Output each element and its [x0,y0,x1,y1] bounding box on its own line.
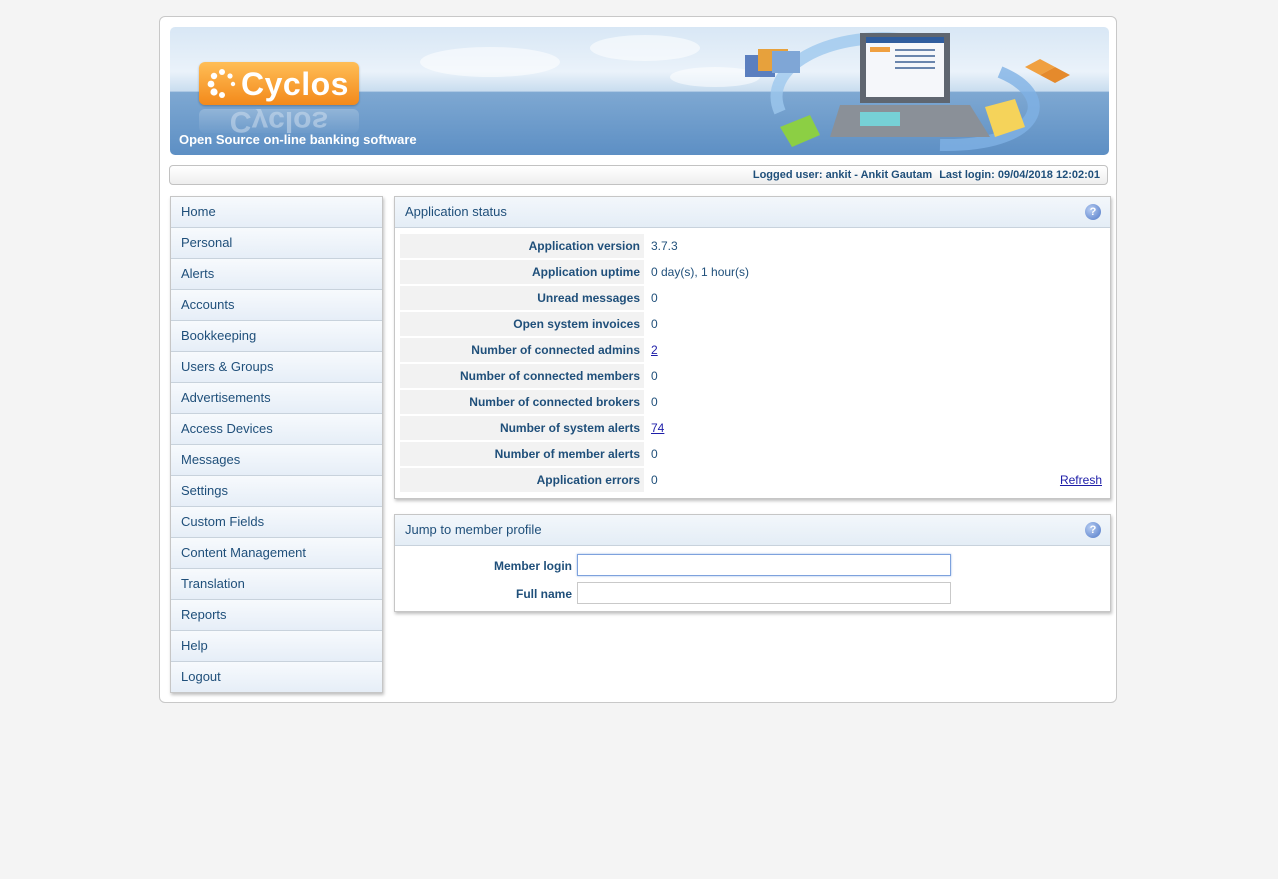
help-icon[interactable]: ? [1085,204,1101,220]
table-row: Application version 3.7.3 [400,234,1104,258]
table-row: Open system invoices 0 [400,312,1104,336]
panel-title: Jump to member profile [405,522,542,537]
row-value: 0 [651,473,658,487]
menu-item-users-groups[interactable]: Users & Groups [171,352,382,383]
row-value: 0 [651,317,658,331]
row-value: 0 [651,369,658,383]
row-label: Application version [400,234,644,258]
full-name-input[interactable] [577,582,951,604]
logged-user-text: Logged user: ankit - Ankit Gautam [752,169,933,181]
table-row: Application uptime 0 day(s), 1 hour(s) [400,260,1104,284]
logo-text: Cyclos [241,66,349,102]
row-value: 3.7.3 [651,239,678,253]
menu-item-home[interactable]: Home [171,197,382,228]
menu-item-advertisements[interactable]: Advertisements [171,383,382,414]
menu-item-translation[interactable]: Translation [171,569,382,600]
row-value: 0 [651,395,658,409]
menu-item-alerts[interactable]: Alerts [171,259,382,290]
table-row: Number of system alerts 74 [400,416,1104,440]
refresh-link[interactable]: Refresh [1060,473,1102,487]
application-status-header: Application status ? [395,197,1110,228]
menu-item-accounts[interactable]: Accounts [171,290,382,321]
jump-to-member-panel: Jump to member profile ? Member login Fu… [394,514,1111,612]
table-row: Number of connected members 0 [400,364,1104,388]
user-info-bar: Logged user: ankit - Ankit Gautam Last l… [169,165,1108,185]
row-label: Unread messages [400,286,644,310]
full-name-label: Full name [515,587,572,601]
row-label: Number of connected members [400,364,644,388]
row-label: Number of member alerts [400,442,644,466]
tagline: Open Source on-line banking software [179,132,417,147]
header-banner: Cyclos Cyclos Open Source on-line bankin… [170,27,1109,155]
menu-item-personal[interactable]: Personal [171,228,382,259]
cloud [590,35,700,61]
menu-item-custom-fields[interactable]: Custom Fields [171,507,382,538]
row-label: Application uptime [400,260,644,284]
row-label: Application errors [400,468,644,492]
status-table: Application version 3.7.3 Application up… [400,232,1104,494]
menu-item-content-management[interactable]: Content Management [171,538,382,569]
row-label: Number of system alerts [400,416,644,440]
member-login-row: Member login [395,552,1110,580]
table-row: Unread messages 0 [400,286,1104,310]
panel-title: Application status [405,204,507,219]
jump-to-member-header: Jump to member profile ? [395,515,1110,546]
table-row: Number of connected admins 2 [400,338,1104,362]
menu-item-help[interactable]: Help [171,631,382,662]
table-row: Number of member alerts 0 [400,442,1104,466]
last-login-text: Last login: 09/04/2018 12:02:01 [939,169,1100,181]
cloud [420,47,560,77]
menu-item-bookkeeping[interactable]: Bookkeeping [171,321,382,352]
menu-item-settings[interactable]: Settings [171,476,382,507]
table-row: Application errors 0 Refresh [400,468,1104,492]
row-label: Number of connected brokers [400,390,644,414]
menu-item-access-devices[interactable]: Access Devices [171,414,382,445]
menu-item-reports[interactable]: Reports [171,600,382,631]
table-row: Number of connected brokers 0 [400,390,1104,414]
help-icon[interactable]: ? [1085,522,1101,538]
cyclos-logo[interactable]: Cyclos [199,62,359,105]
full-name-row: Full name [395,580,1110,608]
row-value: 0 [651,291,658,305]
system-alerts-link[interactable]: 74 [651,421,664,435]
banking-illustration [745,32,1070,152]
member-login-input[interactable] [577,554,951,576]
row-label: Number of connected admins [400,338,644,362]
logo-reflection: Cyclos [199,109,359,133]
sidebar-menu: Home Personal Alerts Accounts Bookkeepin… [170,196,383,693]
menu-item-messages[interactable]: Messages [171,445,382,476]
row-value: 0 day(s), 1 hour(s) [651,265,750,279]
menu-item-logout[interactable]: Logout [171,662,382,692]
application-status-panel: Application status ? Application version… [394,196,1111,499]
connected-admins-link[interactable]: 2 [651,343,658,357]
logo-dots-icon [207,69,236,98]
page-container: Cyclos Cyclos Open Source on-line bankin… [159,16,1117,703]
row-label: Open system invoices [400,312,644,336]
row-value: 0 [651,447,658,461]
member-login-label: Member login [493,559,572,573]
